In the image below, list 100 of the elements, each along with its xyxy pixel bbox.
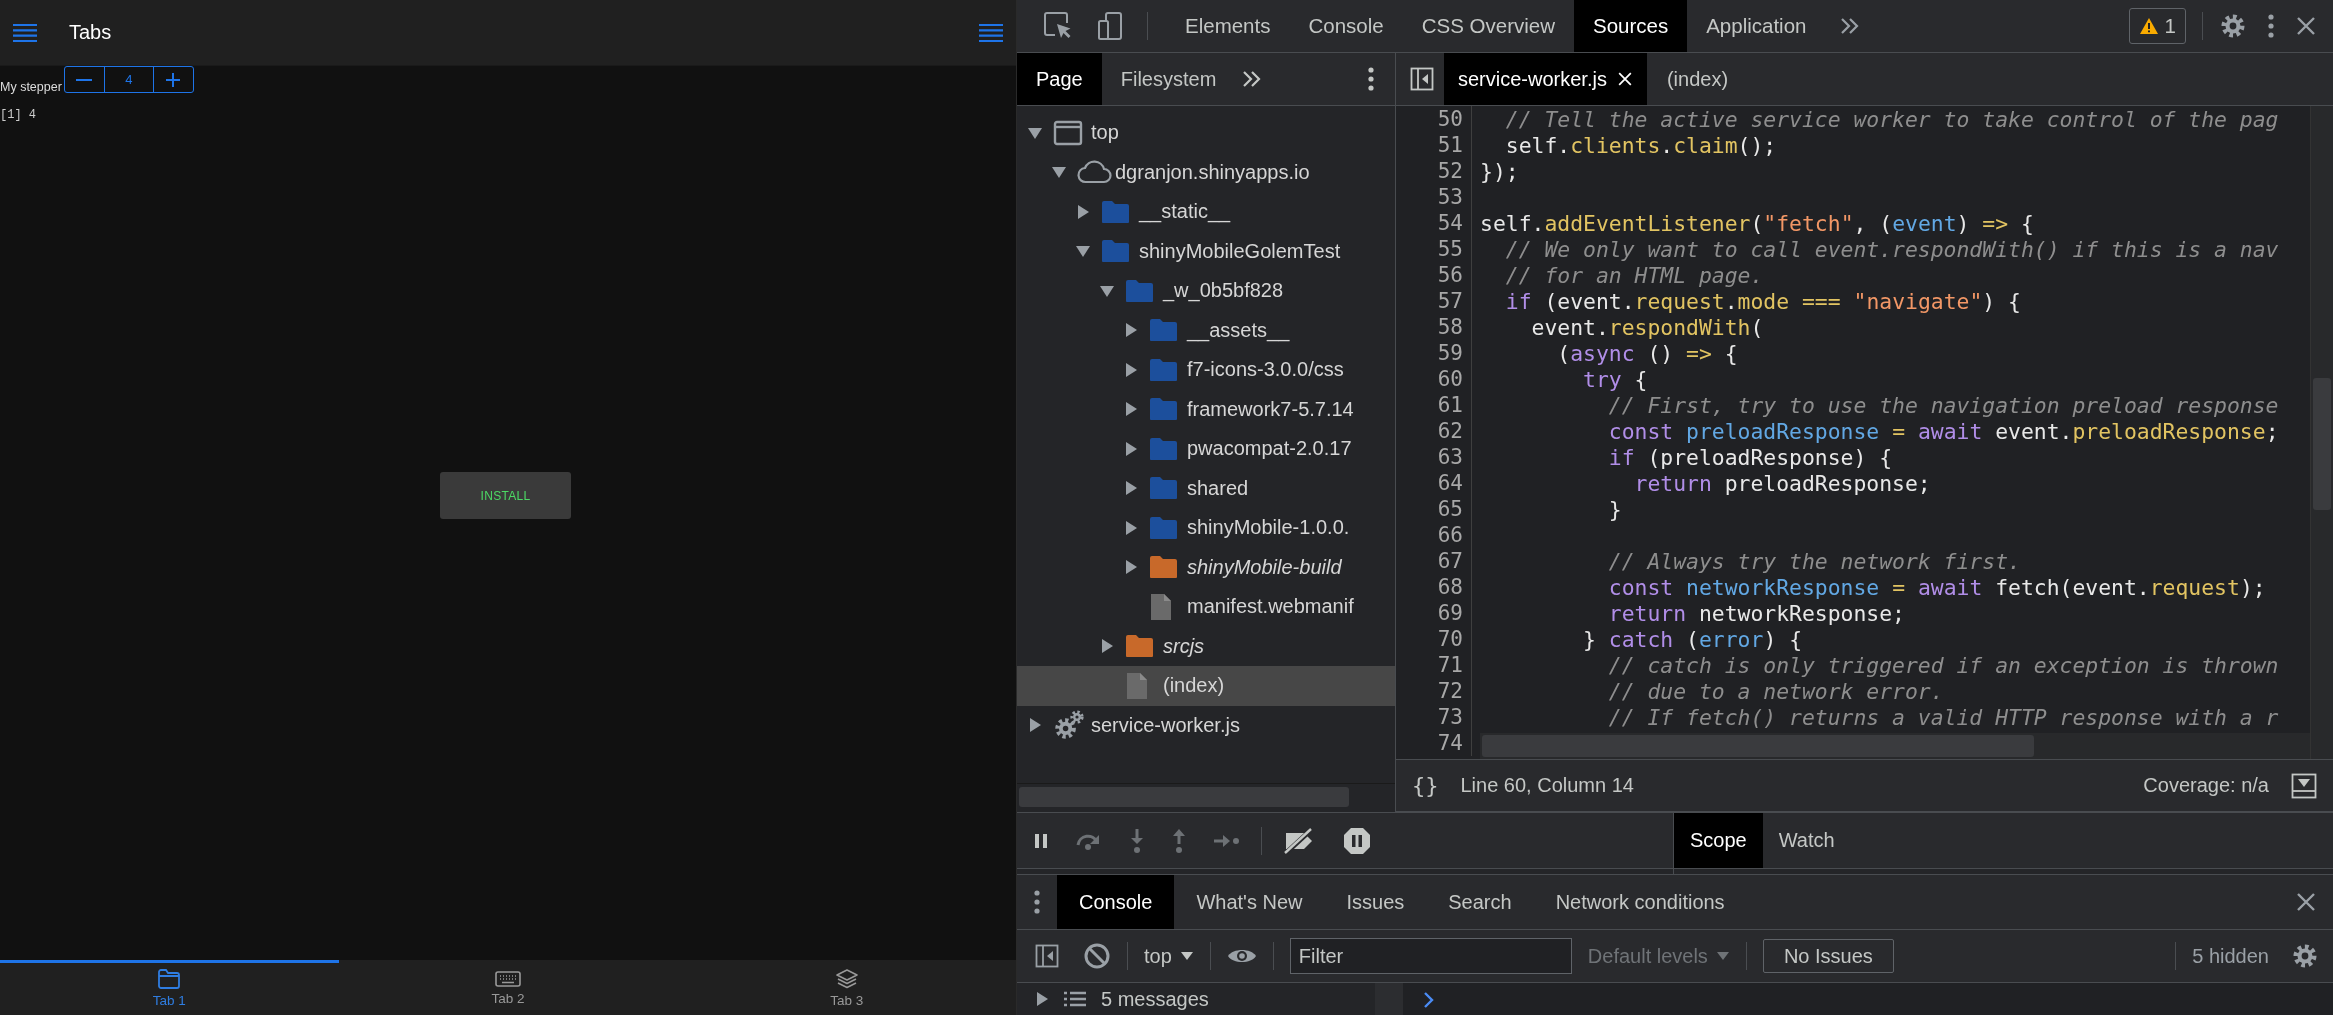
more-icon[interactable]	[2267, 13, 2275, 39]
folder-icon	[1149, 436, 1177, 461]
tree-item[interactable]: manifest.webmanif	[1017, 587, 1395, 627]
tab[interactable]: Tab 1	[0, 960, 339, 1015]
tree-item[interactable]: shinyMobile-1.0.0.	[1017, 508, 1395, 548]
code-line: return networkResponse;	[1607, 600, 1905, 626]
step-into-icon[interactable]	[1129, 827, 1145, 854]
line-number: 68	[1396, 574, 1472, 600]
code-line: try {	[1582, 366, 1648, 392]
pretty-print-button[interactable]: {}	[1412, 773, 1439, 798]
settings-icon[interactable]	[2219, 12, 2247, 40]
install-button[interactable]: INSTALL	[440, 472, 571, 519]
expand-arrow-icon[interactable]	[1124, 361, 1138, 378]
collapse-arrow-icon[interactable]	[1075, 244, 1091, 259]
clear-console-icon[interactable]	[1083, 942, 1111, 970]
panel-tab[interactable]: Sources	[1573, 0, 1688, 52]
menu-icon[interactable]	[12, 22, 38, 43]
tree-item[interactable]: __assets__	[1017, 310, 1395, 350]
more-icon[interactable]	[1367, 66, 1375, 92]
expand-arrow-icon[interactable]	[1124, 559, 1138, 576]
expand-arrow-icon[interactable]	[1124, 401, 1138, 418]
folder-icon	[1125, 278, 1153, 303]
filter-field[interactable]: Filter	[1289, 938, 1572, 974]
tree-item[interactable]: framework7-5.7.14	[1017, 389, 1395, 429]
line-number: 70	[1396, 626, 1472, 652]
panel-tab[interactable]: Console	[1289, 0, 1403, 52]
editor-tab[interactable]: (index)	[1646, 53, 1749, 105]
dropdown-arrow-icon	[1179, 951, 1194, 961]
line-number: 54	[1396, 210, 1472, 236]
close-icon[interactable]	[1616, 71, 1633, 87]
code-line: // First, try to use the navigation preload response	[1607, 392, 2279, 418]
navigator-tab[interactable]: Page	[1017, 53, 1102, 105]
code-line: if (event.request.mode === "navigate") {	[1504, 288, 2021, 314]
stepper-label: My stepper	[0, 80, 62, 94]
drawer-tab[interactable]: What's New	[1174, 875, 1325, 929]
sidebar-toggle-icon[interactable]	[1035, 944, 1059, 968]
tree-item[interactable]: top	[1017, 113, 1395, 153]
sidebar-toggle-icon[interactable]	[1410, 67, 1434, 91]
expand-arrow-icon[interactable]	[1124, 322, 1138, 339]
step-out-icon[interactable]	[1171, 827, 1187, 854]
warning-badge[interactable]: 1	[2128, 8, 2186, 44]
list-icon	[1063, 990, 1087, 1008]
expand-arrow-icon[interactable]	[1100, 638, 1114, 655]
drawer-tab[interactable]: Console	[1057, 875, 1175, 929]
scrollbar[interactable]	[2310, 106, 2333, 759]
panel-tab[interactable]: CSS Overview	[1402, 0, 1574, 52]
collapse-arrow-icon[interactable]	[1027, 125, 1043, 140]
expand-arrow-icon[interactable]	[1124, 480, 1138, 497]
tree-item[interactable]: srcjs	[1017, 626, 1395, 666]
coverage-icon[interactable]	[2291, 772, 2317, 799]
folder-icon	[1149, 318, 1177, 343]
step-icon[interactable]	[1213, 832, 1241, 849]
tree-item[interactable]: pwacompat-2.0.17	[1017, 429, 1395, 469]
context-dropdown[interactable]: top	[1144, 944, 1194, 968]
menu-icon[interactable]	[978, 22, 1004, 43]
tree-item[interactable]: shared	[1017, 468, 1395, 508]
line-number: 74	[1396, 730, 1472, 756]
panel-tab[interactable]: Elements	[1166, 0, 1290, 52]
folder-icon	[1149, 555, 1177, 580]
pause-on-exceptions-icon[interactable]	[1342, 825, 1372, 856]
stepper-value: 4	[103, 67, 154, 92]
scrollbar[interactable]	[1480, 733, 2311, 759]
line-number: 55	[1396, 236, 1472, 262]
sidebar-tab[interactable]: Scope	[1674, 813, 1763, 868]
drawer-tab[interactable]: Search	[1426, 875, 1534, 929]
cursor-position: Line 60, Column 14	[1460, 774, 1634, 797]
navigator-tab[interactable]: Filesystem	[1101, 53, 1236, 105]
collapse-arrow-icon[interactable]	[1099, 283, 1115, 298]
tree-item[interactable]: shinyMobileGolemTest	[1017, 231, 1395, 271]
tree-item[interactable]: dgranjon.shinyapps.io	[1017, 152, 1395, 192]
issues-button[interactable]: No Issues	[1762, 939, 1894, 973]
tab[interactable]: Tab 2	[338, 960, 678, 1015]
collapse-arrow-icon[interactable]	[1051, 165, 1067, 180]
drawer-tab[interactable]: Issues	[1324, 875, 1427, 929]
sidebar-tab[interactable]: Watch	[1762, 813, 1851, 868]
line-number: 58	[1396, 314, 1472, 340]
expand-arrow-icon[interactable]	[1028, 717, 1042, 734]
scrollbar[interactable]	[1375, 983, 1403, 1015]
tree-item[interactable]: (index)	[1017, 666, 1395, 706]
more-icon[interactable]	[1033, 889, 1041, 915]
tab[interactable]: Tab 3	[677, 960, 1016, 1015]
drawer-tab[interactable]: Network conditions	[1533, 875, 1747, 929]
device-icon[interactable]	[1097, 11, 1123, 41]
tree-item[interactable]: _w_0b5bf828	[1017, 271, 1395, 311]
expand-arrow-icon[interactable]	[1124, 440, 1138, 457]
tree-item[interactable]: shinyMobile-build	[1017, 547, 1395, 587]
folder-icon	[1125, 634, 1153, 659]
settings-icon[interactable]	[2291, 942, 2319, 970]
panel-tab[interactable]: Application	[1687, 0, 1826, 52]
tree-item[interactable]: f7-icons-3.0.0/css	[1017, 350, 1395, 390]
code-line: }	[1607, 496, 1622, 522]
prompt-icon	[1423, 991, 1435, 1009]
expand-arrow-icon[interactable]	[1076, 203, 1090, 220]
line-number: 64	[1396, 470, 1472, 496]
editor-tab[interactable]: service-worker.js	[1444, 53, 1647, 105]
line-number: 60	[1396, 366, 1472, 392]
expand-arrow-icon[interactable]	[1035, 991, 1049, 1007]
expand-arrow-icon[interactable]	[1124, 519, 1138, 536]
tree-item[interactable]: service-worker.js	[1017, 705, 1395, 745]
tree-item[interactable]: __static__	[1017, 192, 1395, 232]
